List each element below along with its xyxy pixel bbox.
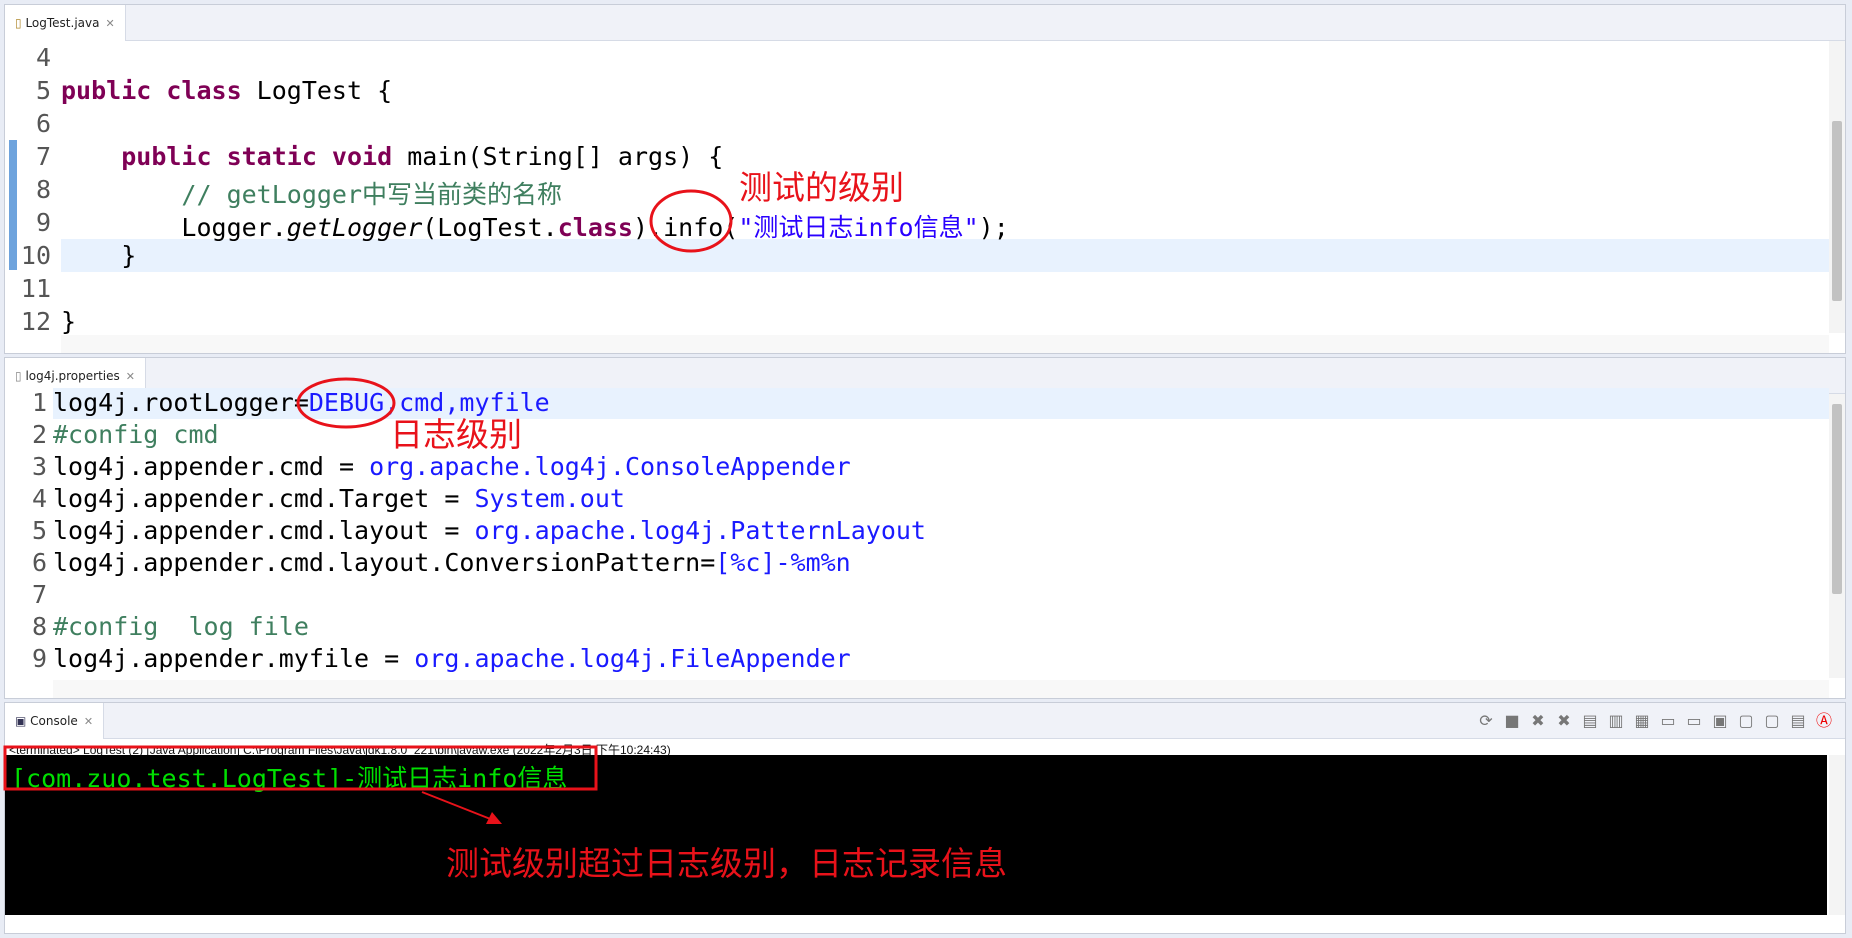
result-annotation: 测试级别超过日志级别，日志记录信息 — [446, 844, 1007, 883]
output-highlight-box — [3, 745, 598, 791]
annotation-layer — [3, 189, 733, 824]
debug-circle — [296, 377, 396, 429]
level-annotation: 测试的级别 — [739, 168, 904, 207]
log-level-annotation: 日志级别 — [390, 415, 522, 454]
info-circle — [649, 189, 733, 253]
arrow-line — [421, 791, 499, 823]
